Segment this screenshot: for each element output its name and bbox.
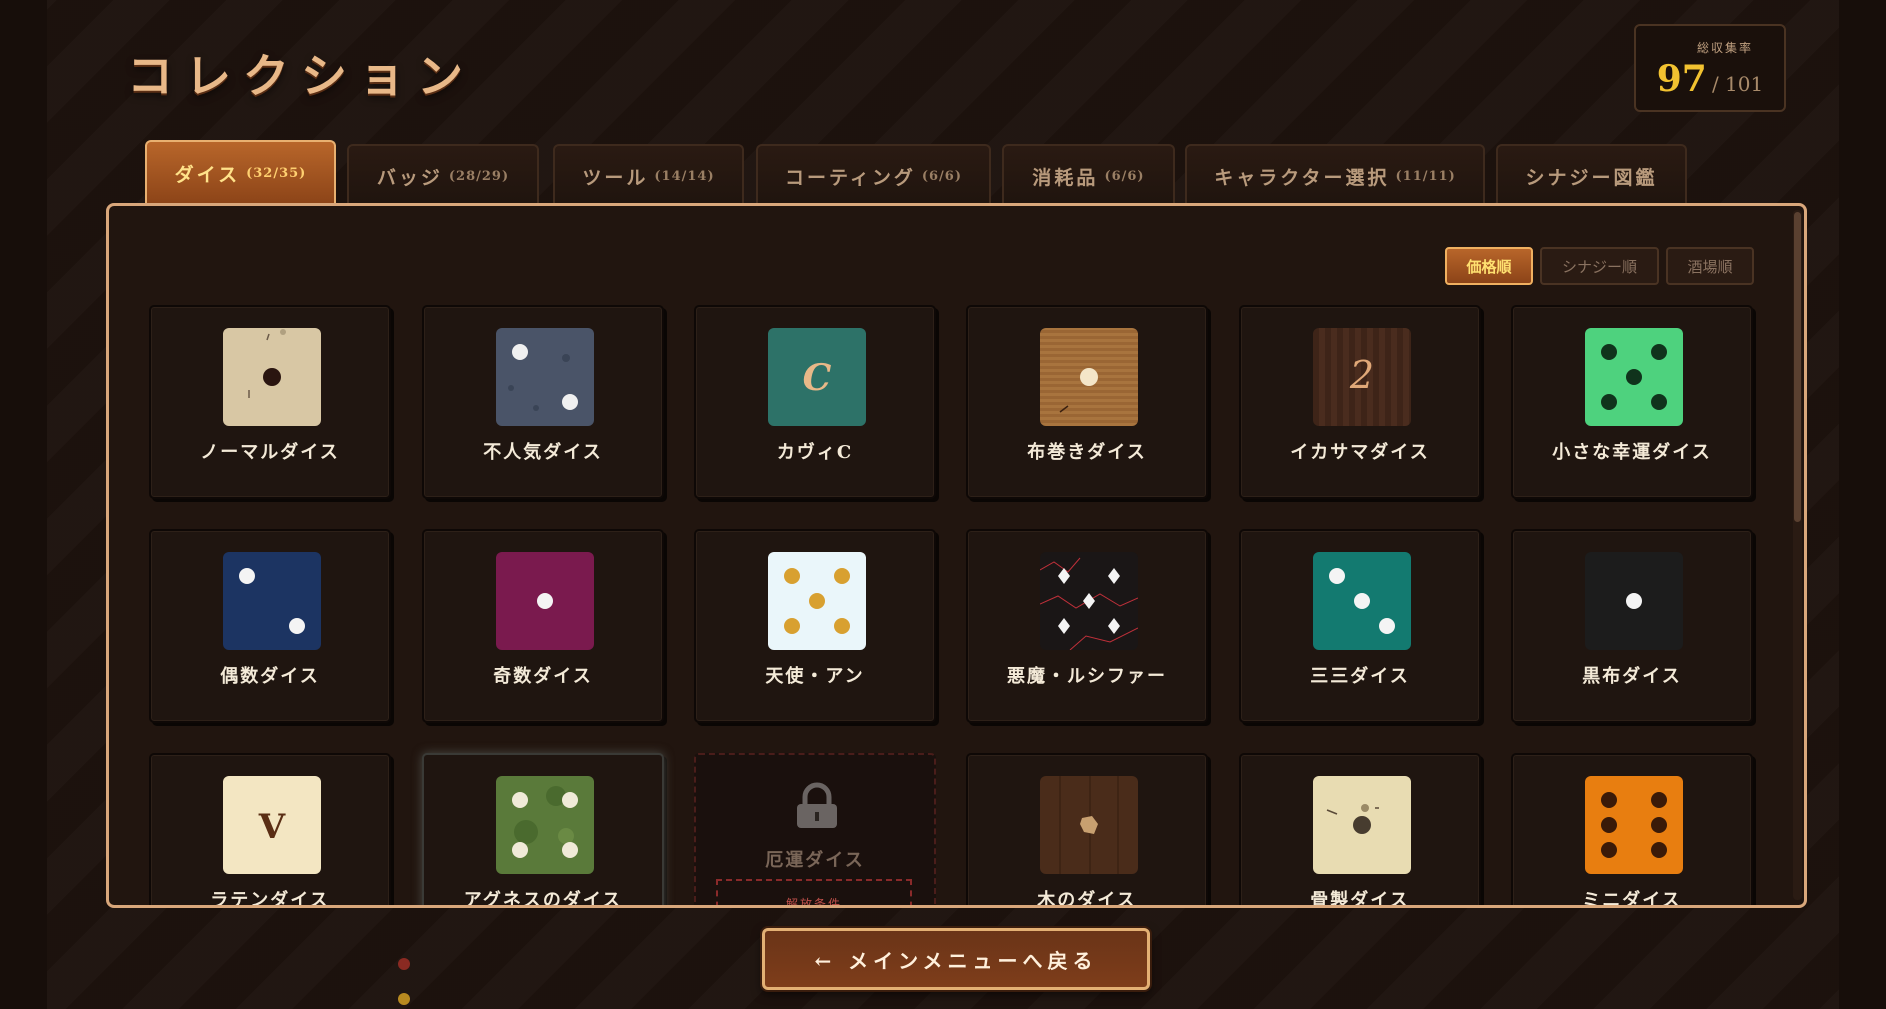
tab-character-select[interactable]: キャラクター選択 (11/11) <box>1185 144 1485 206</box>
dice-card-cavi-c[interactable]: C カヴィC <box>694 305 936 499</box>
three-three-die-icon <box>1313 552 1411 650</box>
tab-count: (14/14) <box>654 168 715 184</box>
dice-card-unpopular[interactable]: 不人気ダイス <box>422 305 664 499</box>
collection-rate-value: 97 / 101 <box>1636 58 1784 100</box>
agnes-die-icon <box>496 776 594 874</box>
collection-total: / 101 <box>1711 72 1764 96</box>
card-name: ノーマルダイス <box>200 442 340 463</box>
card-name: 天使・アン <box>765 666 865 687</box>
cheat-die-icon: 2 <box>1313 328 1411 426</box>
tab-dice[interactable]: ダイス (32/35) <box>145 140 336 204</box>
die-glyph: 2 <box>1349 353 1374 397</box>
die-glyph: C <box>803 357 832 399</box>
tab-label: シナジー図鑑 <box>1525 166 1658 189</box>
card-name: 骨製ダイス <box>1310 890 1410 908</box>
dice-card-lucky[interactable]: 小さな幸運ダイス <box>1511 305 1753 499</box>
card-name: 三三ダイス <box>1310 666 1410 687</box>
card-name: 布巻きダイス <box>1027 442 1147 463</box>
wood-die-icon <box>1040 776 1138 874</box>
mini-die-icon <box>1585 776 1683 874</box>
unlock-condition[interactable]: 解放条件 <box>716 879 912 905</box>
dice-card-cheat[interactable]: 2 イカサマダイス <box>1239 305 1481 499</box>
dice-card-wood[interactable]: 木のダイス <box>966 753 1208 908</box>
sort-by-tavern-button[interactable]: 酒場順 <box>1666 247 1754 285</box>
card-name: 奇数ダイス <box>493 666 593 687</box>
dice-card-odd[interactable]: 奇数ダイス <box>422 529 664 723</box>
lock-icon <box>797 782 837 828</box>
collection-rate-label: 総収集率 <box>1696 41 1753 55</box>
cloth-die-icon <box>1040 328 1138 426</box>
collection-count: 97 <box>1656 58 1707 100</box>
back-to-main-menu-button[interactable]: ← メインメニューへ戻る <box>762 928 1150 990</box>
letter-c-die-icon: C <box>768 328 866 426</box>
collection-rate-box: 総収集率 97 / 101 <box>1634 24 1786 112</box>
card-name: 木のダイス <box>1037 890 1137 908</box>
dice-card-latin[interactable]: V ラテンダイス <box>149 753 391 908</box>
lucky-die-icon <box>1585 328 1683 426</box>
dice-card-cloth[interactable]: 布巻きダイス <box>966 305 1208 499</box>
tab-label: 消耗品 <box>1032 166 1099 189</box>
devil-die-icon <box>1040 552 1138 650</box>
card-name: ミニダイス <box>1582 890 1682 908</box>
left-border <box>0 0 47 1009</box>
tab-count: (6/6) <box>1104 168 1145 184</box>
bone-die-icon <box>1313 776 1411 874</box>
tab-count: (6/6) <box>921 168 962 184</box>
card-name: 黒布ダイス <box>1582 666 1682 687</box>
even-die-icon <box>223 552 321 650</box>
tab-label: コーティング <box>784 166 916 189</box>
dice-card-agnes[interactable]: アグネスのダイス <box>422 753 664 908</box>
dice-card-bone[interactable]: 骨製ダイス <box>1239 753 1481 908</box>
scroll-thumb[interactable] <box>1794 212 1801 522</box>
card-name: 偶数ダイス <box>220 666 320 687</box>
odd-die-icon <box>496 552 594 650</box>
dice-card-even[interactable]: 偶数ダイス <box>149 529 391 723</box>
tab-count: (11/11) <box>1395 168 1456 184</box>
card-name: カヴィC <box>776 442 854 463</box>
sort-by-price-button[interactable]: 価格順 <box>1445 247 1533 285</box>
tab-label: ダイス <box>174 163 241 186</box>
unpopular-die-icon <box>496 328 594 426</box>
tab-count: (32/35) <box>246 165 307 181</box>
tab-tools[interactable]: ツール (14/14) <box>553 144 744 206</box>
card-name: ラテンダイス <box>210 890 330 908</box>
dice-card-black-cloth[interactable]: 黒布ダイス <box>1511 529 1753 723</box>
tab-label: ツール <box>582 166 649 189</box>
tab-consumables[interactable]: 消耗品 (6/6) <box>1002 144 1175 206</box>
normal-die-icon <box>223 328 321 426</box>
angel-die-icon <box>768 552 866 650</box>
dice-card-devil[interactable]: 悪魔・ルシファー <box>966 529 1208 723</box>
scrollbar[interactable] <box>1793 210 1802 900</box>
dice-card-mini[interactable]: ミニダイス <box>1511 753 1753 908</box>
tab-label: キャラクター選択 <box>1214 166 1390 189</box>
page-title: コレクション <box>127 49 475 103</box>
tab-label: バッジ <box>376 166 443 189</box>
card-name: イカサマダイス <box>1290 442 1430 463</box>
tab-coatings[interactable]: コーティング (6/6) <box>756 144 991 206</box>
dice-card-three-three[interactable]: 三三ダイス <box>1239 529 1481 723</box>
decor-dot-gold <box>398 993 410 1005</box>
tab-synergy-index[interactable]: シナジー図鑑 <box>1496 144 1687 206</box>
collection-panel: 価格順 シナジー順 酒場順 ノーマルダイス 不人気ダイス C カヴィC 布巻きダ… <box>106 203 1807 908</box>
black-cloth-die-icon <box>1585 552 1683 650</box>
dice-card-normal[interactable]: ノーマルダイス <box>149 305 391 499</box>
card-name: 厄運ダイス <box>765 850 865 871</box>
tab-count: (28/29) <box>448 168 510 184</box>
latin-die-icon: V <box>223 776 321 874</box>
card-name: 悪魔・ルシファー <box>1007 666 1167 687</box>
dice-card-angel[interactable]: 天使・アン <box>694 529 936 723</box>
sort-by-synergy-button[interactable]: シナジー順 <box>1540 247 1659 285</box>
card-name: 不人気ダイス <box>483 442 603 463</box>
card-name: アグネスのダイス <box>463 890 623 908</box>
dice-card-doom-locked[interactable]: 厄運ダイス 解放条件 <box>694 753 936 905</box>
card-name: 小さな幸運ダイス <box>1552 442 1712 463</box>
decor-dot-red <box>398 958 410 970</box>
tab-badges[interactable]: バッジ (28/29) <box>347 144 539 206</box>
die-glyph: V <box>258 807 286 847</box>
right-border <box>1839 0 1886 1009</box>
